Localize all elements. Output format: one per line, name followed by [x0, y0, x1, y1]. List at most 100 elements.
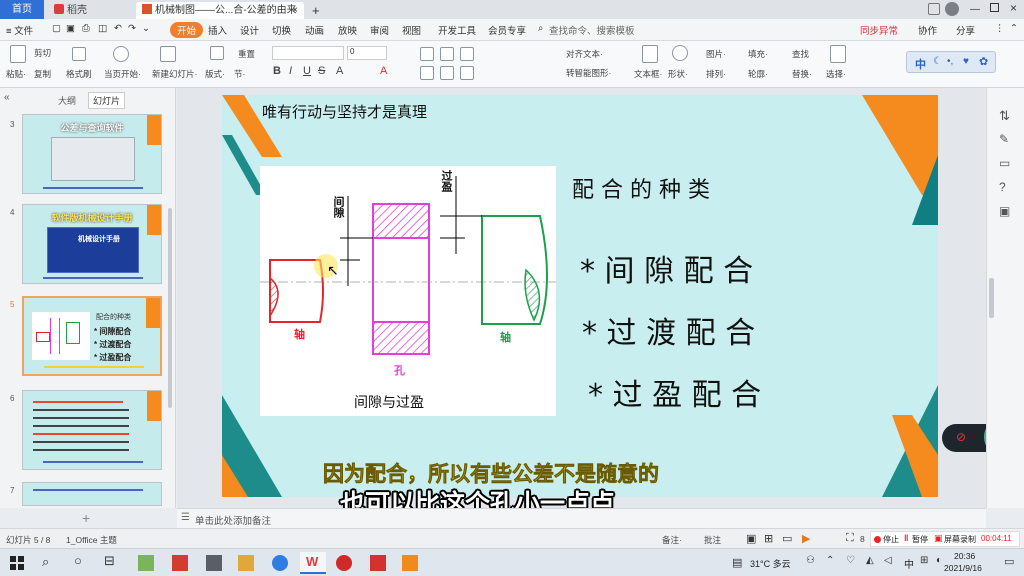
menu-transition[interactable]: 切换 — [272, 23, 291, 37]
share-button[interactable]: 分享 — [956, 23, 975, 37]
input-method-indicator[interactable]: 中 — [904, 556, 914, 571]
tray-volume-icon[interactable]: ◭ — [866, 555, 874, 566]
play-slideshow-icon[interactable]: ▶ — [802, 532, 810, 545]
strikethrough-button[interactable]: S — [318, 65, 325, 77]
text-box-button[interactable]: 文本框· — [634, 68, 662, 80]
backup-icon[interactable]: ▣ — [999, 204, 1010, 218]
app-icon-2[interactable] — [172, 555, 188, 571]
normal-view-icon[interactable]: ▣ — [746, 532, 756, 545]
play-from-current-button[interactable]: 当页开始· — [104, 68, 141, 80]
editor-scrollbar[interactable] — [989, 278, 994, 318]
collab-button[interactable]: 协作 — [918, 23, 937, 37]
slide-thumbnail-7[interactable] — [22, 482, 162, 506]
reading-view-icon[interactable]: ▭ — [782, 532, 792, 545]
properties-icon[interactable]: ⇅ — [999, 108, 1010, 124]
quick-save-icon[interactable]: ▢ — [52, 23, 61, 34]
new-tab-button[interactable]: + — [306, 2, 324, 19]
menu-insert[interactable]: 插入 — [208, 23, 227, 37]
ime-toolbar[interactable]: 中 ☾ •, ♥ ✿ — [906, 51, 996, 73]
outline-button[interactable]: 轮廓· — [748, 68, 768, 80]
convert-smartart-button[interactable]: 转智能图形· — [566, 67, 611, 79]
notes-placeholder[interactable]: 单击此处添加备注 — [195, 513, 271, 527]
file-explorer-icon[interactable] — [238, 555, 254, 571]
format-painter-button[interactable]: 格式刷 — [66, 68, 92, 80]
text-box-icon[interactable] — [642, 45, 658, 63]
align-right-icon[interactable] — [460, 66, 474, 80]
wps-taskbar-button[interactable]: W — [300, 552, 326, 574]
italic-button[interactable]: I — [289, 65, 292, 77]
menu-member[interactable]: 会员专享 — [488, 23, 526, 37]
notification-icon[interactable]: ▭ — [1004, 555, 1014, 568]
tray-speaker-icon[interactable]: ◁ — [884, 555, 892, 566]
thumbnail-scrollbar[interactable] — [168, 208, 172, 408]
tab-home[interactable]: 首页 — [0, 0, 44, 19]
shape-button[interactable]: 形状· — [668, 68, 688, 80]
font-name-select[interactable] — [272, 46, 344, 60]
section-button[interactable]: 节· — [234, 68, 245, 80]
new-slide-button[interactable]: 新建幻灯片· — [152, 68, 197, 80]
clock-date[interactable]: 2021/9/16 — [944, 563, 982, 573]
menu-file[interactable]: ≡ 文件 — [6, 23, 33, 37]
app-icon-3[interactable] — [206, 555, 222, 571]
record-stop-button[interactable]: 停止 — [883, 534, 899, 545]
numbering-icon[interactable] — [440, 47, 454, 61]
tab-list-icon[interactable] — [928, 3, 940, 15]
slide-thumbnail-6[interactable] — [22, 390, 162, 470]
select-button[interactable]: 选择· — [826, 68, 846, 80]
app-icon-8[interactable] — [370, 555, 386, 571]
minimize-icon[interactable]: — — [970, 4, 980, 15]
menu-review[interactable]: 审阅 — [370, 23, 389, 37]
paste-button[interactable]: 粘贴· — [6, 68, 26, 80]
add-slide-button[interactable]: + — [82, 510, 90, 526]
maximize-icon[interactable] — [990, 3, 999, 12]
layout-button[interactable]: 版式· — [205, 68, 225, 80]
menu-start[interactable]: 开始 — [170, 22, 204, 38]
zoom-level[interactable]: 8 — [860, 534, 865, 544]
cortana-icon[interactable]: ○ — [74, 553, 82, 568]
sync-status[interactable]: 同步异常 — [860, 23, 898, 37]
tab-daoke[interactable]: 稻壳 — [48, 2, 134, 19]
tray-network-icon[interactable]: ♡ — [846, 555, 855, 566]
quick-open-icon[interactable]: ▣ — [66, 23, 75, 34]
quick-preview-icon[interactable]: ◫ — [98, 23, 107, 34]
more-quick-icon[interactable]: ⌄ — [142, 23, 150, 34]
tab-document[interactable]: 机械制图——公...合-公差的由来 × — [136, 2, 304, 19]
clock-time[interactable]: 20:36 — [954, 551, 975, 561]
reset-button[interactable]: 重置 — [238, 48, 255, 60]
undo-icon[interactable]: ↶ — [114, 23, 122, 34]
notes-bar[interactable]: ☰ 单击此处添加备注 — [177, 508, 986, 528]
comments-toggle[interactable]: 批注 — [704, 534, 721, 546]
tab-close-icon[interactable]: × — [292, 2, 298, 19]
fill-button[interactable]: 填充· — [748, 48, 768, 60]
menu-animation[interactable]: 动画 — [305, 23, 324, 37]
tab-outline[interactable]: 大纲 — [58, 94, 76, 107]
highlight-button[interactable]: A — [380, 65, 387, 77]
app-icon-5[interactable] — [272, 555, 288, 571]
bullets-icon[interactable] — [420, 47, 434, 61]
paste-icon[interactable] — [10, 45, 26, 63]
help-icon[interactable]: ? — [999, 180, 1006, 194]
close-window-icon[interactable]: × — [1010, 1, 1017, 15]
new-slide-icon[interactable] — [160, 46, 176, 62]
layout-icon[interactable] — [210, 46, 224, 60]
align-left-icon[interactable] — [420, 66, 434, 80]
copy-button[interactable]: 复制 — [34, 68, 51, 80]
avatar[interactable] — [945, 2, 959, 16]
picture-button[interactable]: 图片· — [706, 48, 726, 60]
slide-thumbnail-3[interactable]: 公差与查询软件 — [22, 114, 162, 194]
arrange-button[interactable]: 排列· — [706, 68, 726, 80]
windows-start-icon[interactable] — [10, 556, 24, 570]
notes-toggle[interactable]: 备注· — [662, 534, 682, 546]
taskbar-search-icon[interactable]: ⌕ — [42, 554, 49, 570]
app-icon-7[interactable] — [336, 555, 352, 571]
tray-user-icon[interactable]: ⚇ — [806, 555, 815, 566]
task-view-icon[interactable]: ⊟ — [104, 553, 115, 569]
collapse-panel-icon[interactable]: « — [4, 92, 10, 103]
tray-app-icon[interactable]: ◐ — [936, 555, 942, 566]
slide-library-icon[interactable]: ▭ — [999, 156, 1010, 170]
bold-button[interactable]: B — [273, 65, 281, 77]
text-direction-button[interactable]: 对齐文本· — [566, 48, 603, 60]
align-center-icon[interactable] — [440, 66, 454, 80]
record-pause-button[interactable]: 暂停 — [912, 534, 928, 545]
slide-thumbnail-5[interactable]: 配合的种类 * 间隙配合 * 过渡配合 * 过盈配合 — [22, 296, 162, 376]
